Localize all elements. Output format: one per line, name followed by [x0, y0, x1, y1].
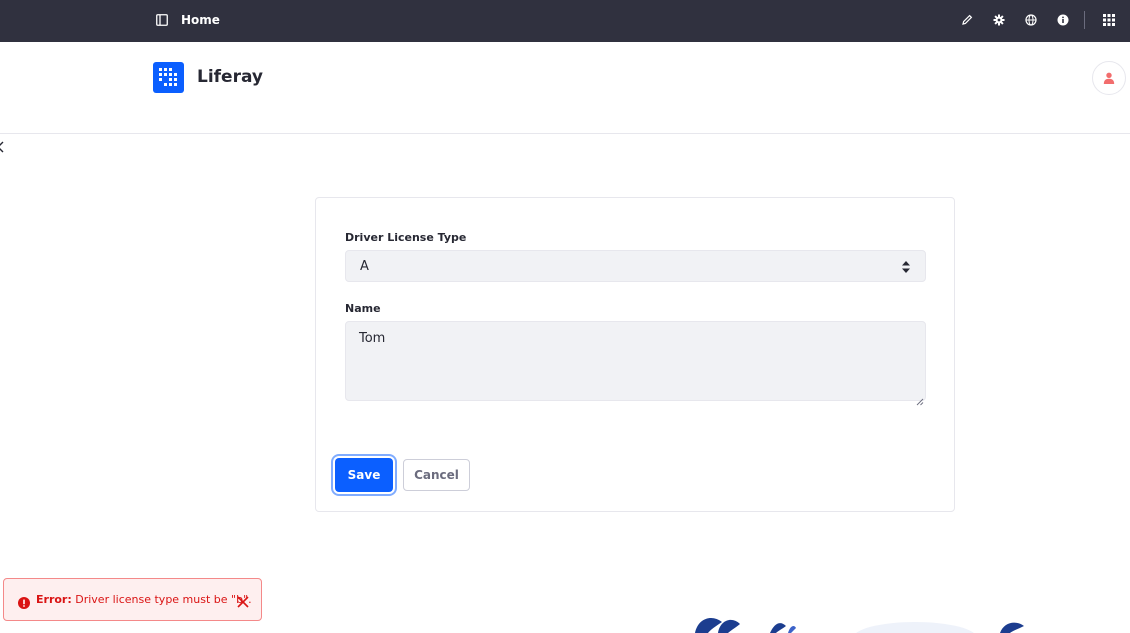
liferay-logo-icon[interactable] — [153, 62, 184, 93]
cancel-button[interactable]: Cancel — [403, 459, 470, 491]
user-icon — [1103, 69, 1115, 88]
back-arrow-icon[interactable] — [0, 138, 6, 153]
user-avatar[interactable] — [1092, 61, 1126, 95]
page-title: Home — [181, 13, 220, 27]
apps-grid-icon[interactable] — [1101, 12, 1117, 28]
form-card: Driver License Type A Name Tom Save Canc… — [315, 197, 955, 512]
driver-license-type-value: A — [360, 259, 369, 274]
globe-icon[interactable] — [1023, 12, 1039, 28]
close-icon[interactable] — [236, 594, 250, 608]
name-textarea[interactable]: Tom — [345, 321, 926, 406]
decorative-illustration — [690, 612, 1030, 633]
panel-toggle-icon[interactable] — [154, 12, 170, 28]
driver-license-type-label: Driver License Type — [345, 231, 467, 244]
control-menu: Home — [0, 0, 1130, 42]
caret-double-icon — [901, 259, 911, 275]
name-label: Name — [345, 302, 381, 315]
name-value: Tom — [359, 331, 386, 346]
toast-text: Driver license type must be "b". — [75, 593, 252, 606]
site-header: Liferay — [0, 42, 1130, 134]
resize-grip-icon[interactable] — [916, 391, 924, 406]
pencil-icon[interactable] — [959, 12, 975, 28]
brand-name[interactable]: Liferay — [197, 66, 263, 88]
info-icon[interactable] — [1055, 12, 1071, 28]
exclamation-circle-icon — [18, 594, 30, 609]
gear-icon[interactable] — [991, 12, 1007, 28]
topbar-divider — [1084, 11, 1085, 29]
error-toast: Error: Driver license type must be "b". — [3, 578, 262, 621]
toast-message: Error: Driver license type must be "b". — [36, 593, 252, 607]
driver-license-type-select[interactable]: A — [345, 250, 926, 282]
save-button[interactable]: Save — [335, 458, 393, 492]
toast-prefix: Error: — [36, 593, 72, 606]
